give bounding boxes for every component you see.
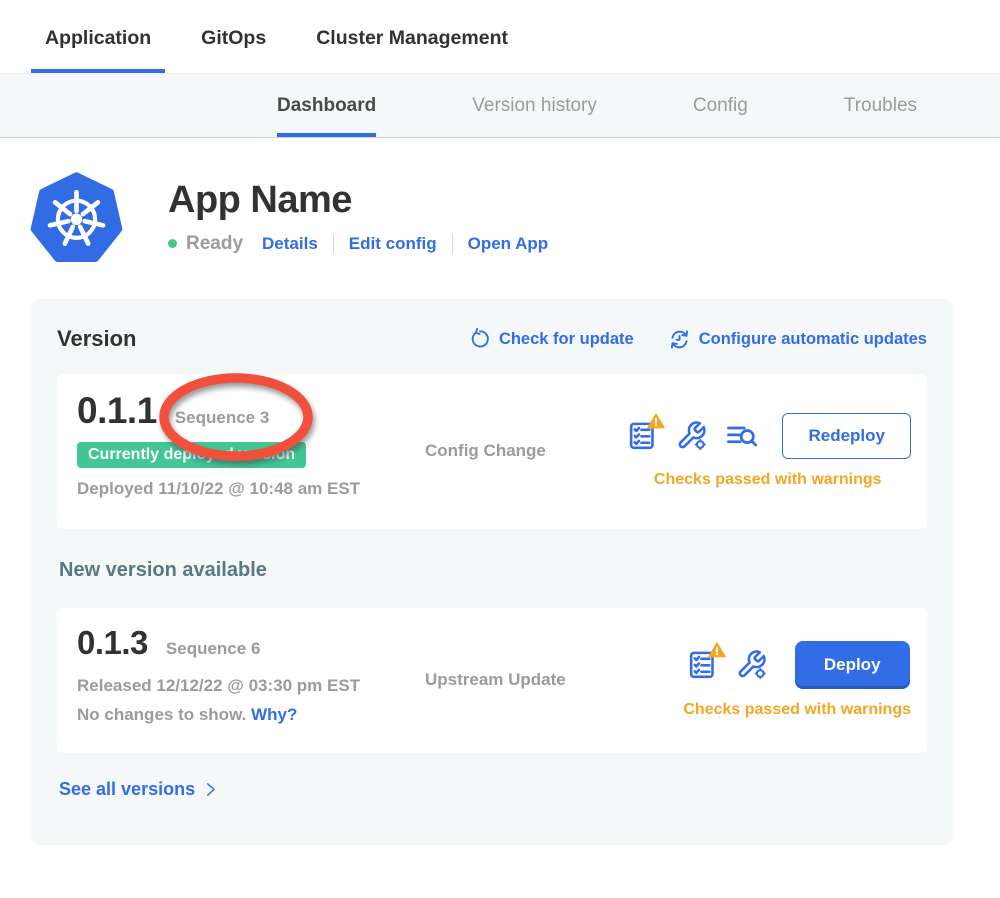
- no-changes-text: No changes to show.: [77, 705, 246, 724]
- edit-config-link[interactable]: Edit config: [349, 234, 437, 254]
- check-for-update-link[interactable]: Check for update: [469, 328, 634, 350]
- available-checks-status: Checks passed with warnings: [683, 701, 911, 719]
- see-all-versions-label: See all versions: [59, 779, 195, 800]
- config-icon[interactable]: [674, 419, 708, 453]
- redeploy-button[interactable]: Redeploy: [782, 413, 911, 459]
- tab-dashboard[interactable]: Dashboard: [277, 74, 376, 137]
- app-status: Ready: [186, 233, 243, 255]
- app-header: App Name Ready Details Edit config Open …: [30, 170, 1000, 263]
- no-changes-row: No changes to show. Why?: [77, 705, 407, 725]
- available-version-info: 0.1.3 Sequence 6 Released 12/12/22 @ 03:…: [77, 624, 407, 735]
- tab-config[interactable]: Config: [693, 74, 748, 137]
- tab-cluster-management[interactable]: Cluster Management: [302, 0, 522, 73]
- tab-application[interactable]: Application: [31, 0, 165, 73]
- schedule-update-icon: [668, 328, 691, 351]
- config-icon[interactable]: [735, 648, 769, 682]
- warning-triangle-icon: [708, 642, 726, 658]
- current-version-card: 0.1.1 Sequence 3 Currently deployed vers…: [57, 374, 927, 529]
- currently-deployed-badge: Currently deployed version: [77, 442, 306, 468]
- see-all-versions-link[interactable]: See all versions: [59, 779, 219, 800]
- app-header-text: App Name Ready Details Edit config Open …: [168, 179, 548, 255]
- version-panel: Version Check for update Configure autom…: [31, 299, 953, 845]
- version-panel-header: Version Check for update Configure autom…: [57, 326, 927, 352]
- top-nav: Application GitOps Cluster Management: [0, 0, 1000, 73]
- configure-automatic-updates-link[interactable]: Configure automatic updates: [668, 328, 927, 351]
- current-version-number: 0.1.1: [77, 390, 157, 432]
- check-for-update-label: Check for update: [499, 330, 634, 349]
- current-version-info: 0.1.1 Sequence 3 Currently deployed vers…: [77, 390, 407, 511]
- refresh-icon: [469, 328, 491, 350]
- release-notes-icon[interactable]: [724, 419, 758, 453]
- available-version-number: 0.1.3: [77, 624, 148, 662]
- configure-automatic-updates-label: Configure automatic updates: [699, 330, 927, 349]
- deployed-timestamp: Deployed 11/10/22 @ 10:48 am EST: [77, 479, 407, 499]
- status-row: Ready Details Edit config Open App: [168, 233, 548, 255]
- warning-triangle-icon: [647, 413, 665, 429]
- current-version-actions: Redeploy Checks passed with warnings: [624, 390, 911, 511]
- details-link[interactable]: Details: [262, 234, 318, 254]
- new-version-available-heading: New version available: [59, 559, 927, 582]
- version-heading: Version: [57, 326, 136, 352]
- released-timestamp: Released 12/12/22 @ 03:30 pm EST: [77, 676, 407, 696]
- available-version-card: 0.1.3 Sequence 6 Released 12/12/22 @ 03:…: [57, 608, 927, 753]
- page-title: App Name: [168, 179, 548, 222]
- version-actions: Check for update Configure automatic upd…: [469, 328, 927, 351]
- divider: [452, 234, 453, 254]
- current-checks-status: Checks passed with warnings: [654, 471, 882, 489]
- open-app-link[interactable]: Open App: [468, 234, 549, 254]
- chevron-right-icon: [202, 781, 219, 798]
- why-link[interactable]: Why?: [251, 705, 297, 724]
- available-version-sequence: Sequence 6: [166, 639, 261, 659]
- divider: [333, 234, 334, 254]
- status-dot-icon: [168, 239, 177, 248]
- deploy-button[interactable]: Deploy: [795, 641, 910, 689]
- tab-troubleshoot[interactable]: Troubles: [844, 74, 917, 137]
- tab-gitops[interactable]: GitOps: [187, 0, 280, 73]
- current-version-source: Config Change: [425, 441, 590, 461]
- available-version-source: Upstream Update: [425, 670, 590, 690]
- kubernetes-logo-icon: [30, 170, 123, 263]
- current-version-sequence: Sequence 3: [175, 408, 270, 428]
- available-version-actions: Deploy Checks passed with warnings: [683, 624, 911, 735]
- app-sub-nav: Dashboard Version history Config Trouble…: [0, 73, 1000, 138]
- preflight-checks-icon[interactable]: [624, 419, 658, 453]
- tab-version-history[interactable]: Version history: [472, 74, 597, 137]
- preflight-checks-icon[interactable]: [685, 648, 719, 682]
